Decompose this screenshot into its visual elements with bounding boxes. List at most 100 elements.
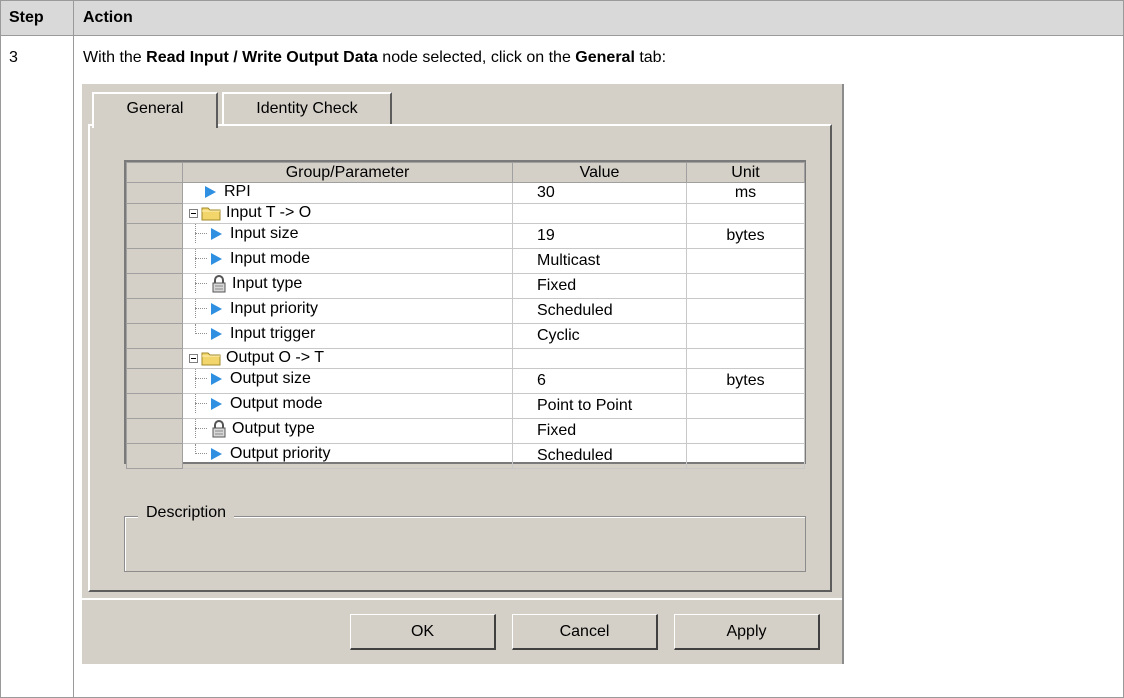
parameter-value-cell[interactable]: Multicast — [512, 248, 687, 274]
parameter-name: Input type — [232, 274, 303, 292]
tree-connector — [189, 369, 207, 388]
parameter-name-cell[interactable]: RPI — [182, 182, 513, 204]
parameter-name-cell[interactable]: Output priority — [182, 443, 513, 469]
parameter-row[interactable]: Output size 6 bytes — [126, 368, 805, 394]
parameter-arrow-icon — [211, 252, 222, 265]
cancel-button[interactable]: Cancel — [512, 614, 658, 650]
row-header-cell[interactable] — [126, 273, 183, 299]
row-header-cell[interactable] — [126, 418, 183, 444]
row-header-cell[interactable] — [126, 223, 183, 249]
row-header-cell[interactable] — [126, 182, 183, 204]
group-parameter-column-header[interactable]: Group/Parameter — [182, 162, 513, 183]
parameter-row[interactable]: Input priority Scheduled — [126, 298, 805, 324]
parameter-row[interactable]: Input T -> O — [126, 203, 805, 224]
row-header-cell[interactable] — [126, 348, 183, 369]
parameter-arrow-icon — [211, 227, 222, 240]
parameter-arrow-icon — [205, 186, 216, 198]
parameter-unit-cell: bytes — [686, 368, 805, 394]
row-header-cell[interactable] — [126, 443, 183, 469]
parameter-value-cell[interactable]: Cyclic — [512, 323, 687, 349]
row-header-cell[interactable] — [126, 368, 183, 394]
parameter-value-cell[interactable]: 19 — [512, 223, 687, 249]
parameter-row[interactable]: Output mode Point to Point — [126, 393, 805, 419]
tree-connector — [189, 324, 207, 344]
lock-icon — [212, 419, 226, 437]
tree-connector — [189, 419, 207, 438]
row-header-cell[interactable] — [126, 298, 183, 324]
parameter-arrow-icon — [211, 372, 222, 385]
description-label: Description — [138, 504, 235, 522]
parameter-value-cell[interactable]: Fixed — [512, 273, 687, 299]
node-name: Read Input / Write Output Data — [146, 49, 378, 66]
parameter-name: RPI — [224, 183, 251, 201]
parameter-unit-cell — [686, 418, 805, 444]
parameter-value-cell[interactable] — [512, 203, 687, 224]
tree-connector — [189, 274, 207, 293]
parameter-name-cell[interactable]: Input size — [182, 223, 513, 249]
lock-icon — [212, 274, 226, 292]
action-column-header: Action — [83, 9, 133, 26]
parameter-unit-cell — [686, 248, 805, 274]
unit-column-header[interactable]: Unit — [686, 162, 805, 183]
parameter-unit-cell — [686, 443, 805, 469]
parameter-name-cell[interactable]: Input mode — [182, 248, 513, 274]
parameter-name-cell[interactable]: Input type — [182, 273, 513, 299]
parameter-name: Input size — [230, 224, 299, 242]
value-column-header[interactable]: Value — [512, 162, 687, 183]
parameter-name: Output size — [230, 369, 311, 387]
parameter-arrow-icon — [211, 327, 222, 340]
parameter-name-cell[interactable]: Input T -> O — [182, 203, 513, 224]
parameter-value-cell[interactable]: Scheduled — [512, 443, 687, 469]
tree-connector — [189, 224, 207, 243]
parameter-name-cell[interactable]: Output size — [182, 368, 513, 394]
tab-name: General — [575, 49, 635, 66]
parameter-name-cell[interactable]: Output O -> T — [182, 348, 513, 369]
parameter-name-cell[interactable]: Output mode — [182, 393, 513, 419]
parameter-unit-cell — [686, 298, 805, 324]
row-header-cell[interactable] — [126, 393, 183, 419]
parameter-unit-cell — [686, 203, 805, 224]
parameter-row[interactable]: RPI 30 ms — [126, 182, 805, 204]
parameter-row[interactable]: Input size 19 bytes — [126, 223, 805, 249]
parameter-row[interactable]: Input type Fixed — [126, 273, 805, 299]
parameter-name-cell[interactable]: Input trigger — [182, 323, 513, 349]
parameter-value-cell[interactable]: Fixed — [512, 418, 687, 444]
step-column-header: Step — [9, 9, 44, 26]
parameter-row[interactable]: Output type Fixed — [126, 418, 805, 444]
apply-button[interactable]: Apply — [674, 614, 820, 650]
description-box — [124, 516, 806, 572]
parameter-arrow-icon — [211, 397, 222, 410]
parameter-unit-cell — [686, 393, 805, 419]
parameter-arrow-icon — [211, 447, 222, 460]
tab-general[interactable]: General — [92, 92, 218, 128]
parameter-unit-cell — [686, 273, 805, 299]
parameter-unit-cell: bytes — [686, 223, 805, 249]
parameter-row[interactable]: Input mode Multicast — [126, 248, 805, 274]
row-header-cell[interactable] — [126, 323, 183, 349]
folder-icon — [201, 352, 221, 366]
parameter-name: Output mode — [230, 394, 323, 412]
collapse-icon[interactable] — [189, 353, 198, 363]
parameter-row[interactable]: Output O -> T — [126, 348, 805, 369]
parameter-value-cell[interactable] — [512, 348, 687, 369]
ok-button[interactable]: OK — [350, 614, 496, 650]
tree-connector — [189, 444, 207, 464]
parameter-name-cell[interactable]: Output type — [182, 418, 513, 444]
folder-icon — [201, 207, 221, 221]
tree-connector — [189, 394, 207, 413]
parameter-name: Input trigger — [230, 324, 316, 342]
parameter-name: Output O -> T — [226, 349, 324, 367]
parameter-value-cell[interactable]: Point to Point — [512, 393, 687, 419]
parameter-row[interactable]: Input trigger Cyclic — [126, 323, 805, 349]
parameter-arrow-icon — [211, 302, 222, 315]
collapse-icon[interactable] — [189, 208, 198, 218]
parameter-value-cell[interactable]: Scheduled — [512, 298, 687, 324]
parameter-value-cell[interactable]: 6 — [512, 368, 687, 394]
row-header-cell[interactable] — [126, 203, 183, 224]
parameter-value-cell[interactable]: 30 — [512, 182, 687, 204]
parameter-row[interactable]: Output priority Scheduled — [126, 443, 805, 469]
parameter-name-cell[interactable]: Input priority — [182, 298, 513, 324]
step-number: 3 — [9, 49, 18, 66]
tab-identity-check[interactable]: Identity Check — [222, 92, 392, 126]
row-header-cell[interactable] — [126, 248, 183, 274]
